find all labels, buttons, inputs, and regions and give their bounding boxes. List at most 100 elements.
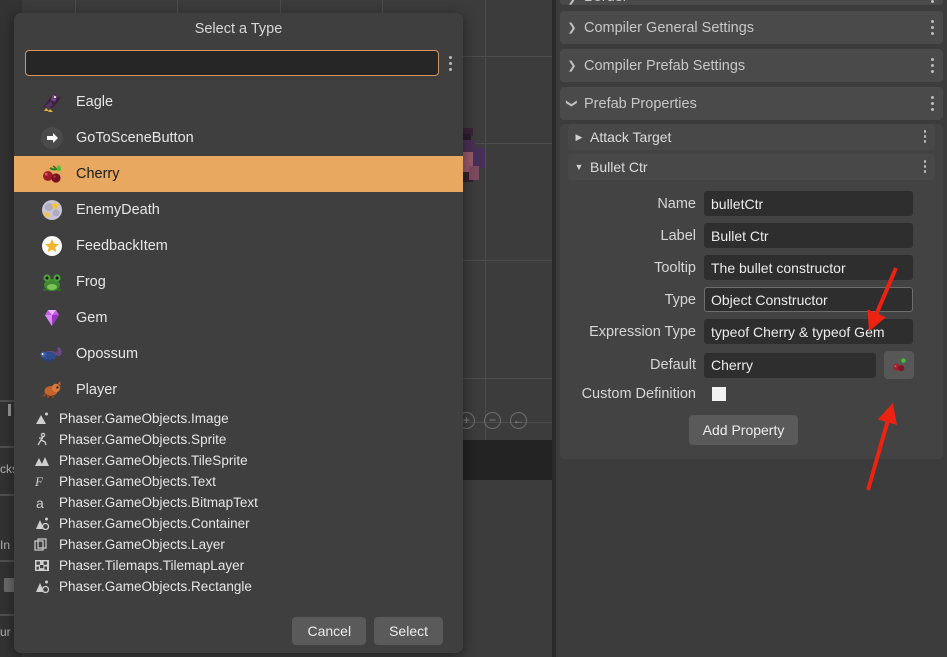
chevron-down-icon: ❯ [565, 98, 578, 109]
list-item-label: Gem [76, 310, 108, 326]
list-item[interactable]: Player [14, 372, 463, 408]
field-label-default: Default [650, 357, 696, 373]
zoom-out-icon[interactable]: − [484, 412, 501, 429]
svg-text:a: a [36, 495, 44, 510]
list-item-label: Phaser.GameObjects.BitmapText [59, 495, 258, 510]
subsection-bullet-ctr-label: Bullet Ctr [590, 159, 648, 175]
tilesprite-icon [33, 453, 51, 469]
list-item[interactable]: Phaser.GameObjects.Sprite [14, 429, 463, 450]
more-vertical-icon[interactable] [923, 130, 926, 143]
cancel-button[interactable]: Cancel [292, 616, 367, 645]
sprite-icon [33, 432, 51, 448]
list-item[interactable]: Phaser.GameObjects.Layer [14, 534, 463, 555]
layer-icon [33, 537, 51, 553]
list-item[interactable]: Opossum [14, 336, 463, 372]
add-property-row: Add Property [574, 415, 913, 445]
chevron-right-icon: ❯ [567, 22, 577, 34]
field-row-label: Label Bullet Ctr [574, 223, 913, 248]
search-input[interactable] [25, 50, 439, 76]
eagle-sprite-icon [38, 88, 66, 116]
list-item[interactable]: Phaser.GameObjects.Image [14, 408, 463, 429]
chevron-right-icon: ❯ [567, 60, 577, 72]
list-item[interactable]: F Phaser.GameObjects.Text [14, 471, 463, 492]
field-row-tooltip: Tooltip The bullet constructor [574, 255, 913, 280]
more-vertical-icon[interactable] [931, 96, 934, 111]
list-item[interactable]: Eagle [14, 84, 463, 120]
field-row-expression-type: Expression Type typeof Cherry & typeof G… [574, 319, 913, 344]
section-border[interactable]: ❯ Border [560, 0, 943, 5]
subsection-attack-target[interactable]: ▶ Attack Target [568, 124, 935, 150]
text-icon: F [33, 474, 51, 490]
list-item-label: Phaser.Tilemaps.TilemapLayer [59, 558, 245, 573]
custom-definition-checkbox[interactable] [712, 387, 726, 401]
list-item[interactable]: GoToSceneButton [14, 120, 463, 156]
list-item-label: Eagle [76, 94, 114, 110]
cherry-sprite-icon [38, 160, 66, 188]
triangle-down-icon: ▼ [574, 162, 584, 172]
container-icon [33, 516, 51, 532]
list-item-label: Player [76, 382, 118, 398]
list-item-label: Phaser.GameObjects.Sprite [59, 432, 227, 447]
list-item[interactable]: Cherry [14, 156, 463, 192]
list-item-label: FeedbackItem [76, 238, 168, 254]
more-vertical-icon[interactable] [923, 160, 926, 173]
prefab-properties-body: ▶ Attack Target ▼ Bullet Ctr Name bullet… [560, 124, 943, 459]
dialog-footer: Cancel Select [14, 608, 463, 653]
cherry-sprite-icon [893, 358, 906, 372]
list-item[interactable]: Gem [14, 300, 463, 336]
select-button[interactable]: Select [374, 616, 443, 645]
list-item-label: Opossum [76, 346, 139, 362]
list-item[interactable]: Phaser.GameObjects.Rectangle [14, 576, 463, 597]
label-field[interactable]: Bullet Ctr [704, 223, 913, 248]
rail-cursor-icon [8, 404, 11, 416]
list-item-label: Phaser.GameObjects.Layer [59, 537, 225, 552]
section-border-label: Border [584, 0, 628, 5]
more-vertical-icon[interactable] [931, 0, 934, 3]
type-field[interactable]: Object Constructor [704, 287, 913, 312]
name-field[interactable]: bulletCtr [704, 191, 913, 216]
dialog-search-row [14, 46, 463, 80]
field-row-custom-definition: Custom Definition [574, 386, 913, 402]
section-compiler-prefab-settings[interactable]: ❯ Compiler Prefab Settings [560, 49, 943, 82]
expression-type-field[interactable]: typeof Cherry & typeof Gem [704, 319, 913, 344]
list-item[interactable]: Phaser.Tilemaps.TilemapLayer [14, 555, 463, 576]
field-label-custom-definition: Custom Definition [581, 386, 696, 402]
list-item[interactable]: Phaser.GameObjects.TileSprite [14, 450, 463, 471]
canvas-zoom-controls[interactable]: + − ← [458, 412, 527, 429]
subsection-attack-target-label: Attack Target [590, 129, 672, 145]
more-vertical-icon[interactable] [931, 20, 934, 35]
field-label-expression-type: Expression Type [589, 323, 696, 340]
section-compiler-general-settings[interactable]: ❯ Compiler General Settings [560, 11, 943, 44]
field-label-type: Type [664, 291, 696, 308]
more-vertical-icon[interactable] [439, 55, 457, 71]
gem-sprite-icon [38, 304, 66, 332]
default-cherry-swatch-button[interactable] [884, 351, 914, 379]
section-prefab-properties-label: Prefab Properties [584, 95, 697, 112]
list-item[interactable]: Phaser.GameObjects.Container [14, 513, 463, 534]
more-vertical-icon[interactable] [931, 58, 934, 73]
zoom-reset-icon[interactable]: ← [510, 412, 527, 429]
opossum-sprite-icon [38, 340, 66, 368]
svg-text:F: F [34, 474, 44, 489]
add-property-button[interactable]: Add Property [688, 415, 799, 445]
list-item[interactable]: EnemyDeath [14, 192, 463, 228]
dialog-title: Select a Type [194, 21, 283, 37]
bullet-ctr-form: Name bulletCtr Label Bullet Ctr Tooltip … [560, 184, 943, 445]
triangle-right-icon: ▶ [575, 131, 583, 142]
subsection-bullet-ctr[interactable]: ▼ Bullet Ctr [568, 154, 935, 180]
tooltip-field[interactable]: The bullet constructor [704, 255, 913, 280]
field-row-name: Name bulletCtr [574, 191, 913, 216]
field-row-default: Default Cherry [574, 351, 914, 379]
field-label-tooltip: Tooltip [654, 259, 696, 276]
list-item[interactable]: Frog [14, 264, 463, 300]
player-sprite-icon [38, 376, 66, 404]
frog-sprite-icon [38, 268, 66, 296]
type-list[interactable]: Eagle GoToSceneButton Cherry EnemyDeath … [14, 84, 463, 597]
section-prefab-properties[interactable]: ❯ Prefab Properties [560, 87, 943, 120]
section-compiler-general-settings-label: Compiler General Settings [584, 19, 755, 36]
list-item-label: Frog [76, 274, 106, 290]
list-item[interactable]: a Phaser.GameObjects.BitmapText [14, 492, 463, 513]
default-field[interactable]: Cherry [704, 352, 876, 378]
list-item[interactable]: FeedbackItem [14, 228, 463, 264]
field-row-type: Type Object Constructor [574, 287, 913, 312]
